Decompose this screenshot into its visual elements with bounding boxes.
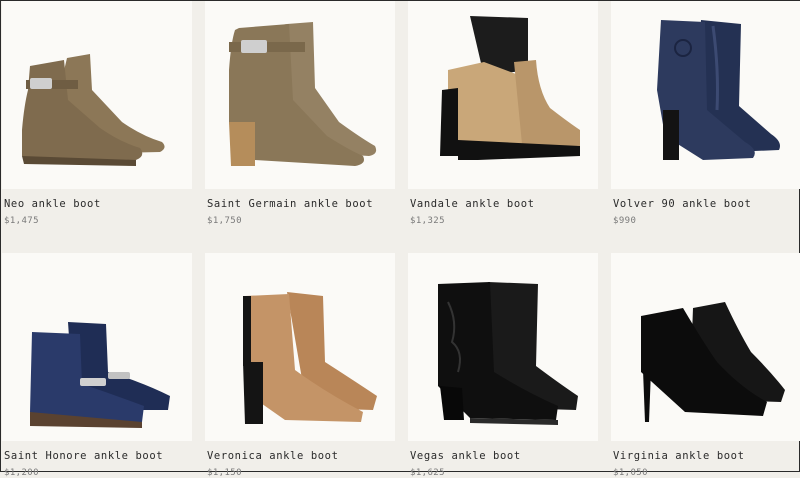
product-name[interactable]: Vegas ankle boot	[408, 450, 598, 462]
product-card-volver[interactable]: Volver 90 ankle boot $990	[611, 1, 800, 239]
product-name[interactable]: Vandale ankle boot	[408, 198, 598, 210]
veronica-boot-image	[243, 292, 377, 424]
product-name[interactable]: Saint Honore ankle boot	[2, 450, 192, 462]
product-image[interactable]	[611, 253, 800, 441]
product-image[interactable]	[408, 1, 598, 189]
product-name[interactable]: Volver 90 ankle boot	[611, 198, 800, 210]
product-card-virginia[interactable]: Virginia ankle boot $1,050	[611, 253, 800, 478]
saint-germain-boot-image	[229, 22, 377, 166]
product-name[interactable]: Neo ankle boot	[2, 198, 192, 210]
product-price: $990	[613, 216, 637, 226]
product-card-vandale[interactable]: Vandale ankle boot $1,325	[408, 1, 598, 239]
product-grid-page: Neo ankle boot $1,475 Saint Germain ankl…	[0, 0, 800, 478]
saint-honore-boot-image	[30, 322, 170, 428]
product-grid: Neo ankle boot $1,475 Saint Germain ankl…	[1, 1, 800, 478]
product-card-veronica[interactable]: Veronica ankle boot $1,150	[205, 253, 395, 478]
product-price: $1,750	[207, 216, 242, 226]
product-price: $1,475	[4, 216, 39, 226]
product-image[interactable]	[2, 253, 192, 441]
product-image[interactable]	[2, 1, 192, 189]
product-price: $1,150	[207, 468, 242, 478]
product-image[interactable]	[205, 1, 395, 189]
product-image[interactable]	[408, 253, 598, 441]
product-price: $1,050	[613, 468, 648, 478]
product-card-saint-honore[interactable]: Saint Honore ankle boot $1,200	[2, 253, 192, 478]
neo-boot-image	[22, 54, 165, 166]
product-card-neo[interactable]: Neo ankle boot $1,475	[2, 1, 192, 239]
product-image[interactable]	[611, 1, 800, 189]
product-name[interactable]: Veronica ankle boot	[205, 450, 395, 462]
virginia-boot-image	[641, 302, 785, 422]
vegas-boot-image	[438, 282, 578, 425]
product-image[interactable]	[205, 253, 395, 441]
product-price: $1,325	[410, 216, 445, 226]
product-price: $1,625	[410, 468, 445, 478]
product-name[interactable]: Virginia ankle boot	[611, 450, 800, 462]
vandale-boot-image	[440, 16, 580, 160]
product-card-vegas[interactable]: Vegas ankle boot $1,625	[408, 253, 598, 478]
product-card-saint-germain[interactable]: Saint Germain ankle boot $1,750	[205, 1, 395, 239]
volver-boot-image	[657, 20, 780, 160]
product-price: $1,200	[4, 468, 39, 478]
product-name[interactable]: Saint Germain ankle boot	[205, 198, 395, 210]
